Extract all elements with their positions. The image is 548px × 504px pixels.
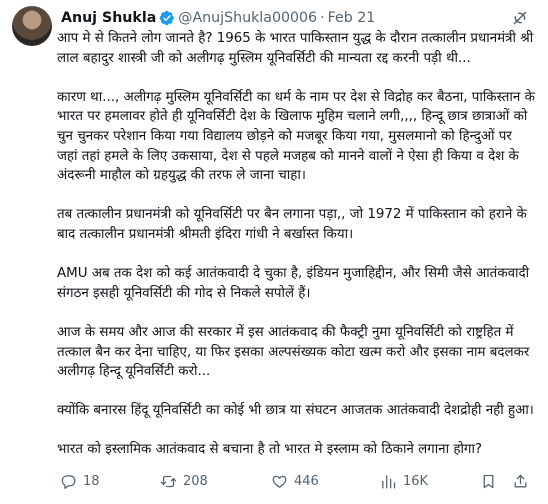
reply-icon xyxy=(60,473,77,490)
repost-button[interactable]: 208 xyxy=(160,473,208,490)
view-count: 16K xyxy=(403,473,429,489)
heart-icon xyxy=(271,473,288,490)
tweet[interactable]: Anuj Shukla @AnujShukla00006 · Feb 21 आप… xyxy=(0,0,548,504)
action-bar: 18 208 446 16K xyxy=(57,470,533,492)
grok-icon[interactable] xyxy=(512,10,528,26)
author-handle[interactable]: @AnujShukla00006 xyxy=(178,10,317,26)
reply-button[interactable]: 18 xyxy=(60,473,100,490)
repost-count: 208 xyxy=(183,473,208,489)
share-icon xyxy=(512,473,529,490)
repost-icon xyxy=(160,473,177,490)
reply-count: 18 xyxy=(83,473,100,489)
like-count: 446 xyxy=(294,473,319,489)
author-name[interactable]: Anuj Shukla xyxy=(61,10,156,26)
bookmark-icon xyxy=(480,473,497,490)
verified-badge-icon[interactable] xyxy=(159,10,175,26)
tweet-paragraph: तब तत्कालीन प्रधानमंत्री को यूनिवर्सिटी … xyxy=(57,207,527,242)
tweet-paragraph: AMU अब तक देश को कई आतंकवादी दे चुका है,… xyxy=(57,266,530,301)
tweet-paragraph: क्योंकि बनारस हिंदू यूनिवर्सिटी का कोई भ… xyxy=(57,403,534,419)
tweet-header: Anuj Shukla @AnujShukla00006 · Feb 21 xyxy=(61,8,518,28)
like-button[interactable]: 446 xyxy=(271,473,319,490)
header-separator: · xyxy=(320,10,325,26)
tweet-paragraph: आप मे से कितने लोग जानते है? 1965 के भार… xyxy=(57,31,534,66)
views-button[interactable]: 16K xyxy=(380,473,428,490)
tweet-paragraph: भारत को इस्लामिक आतंकवाद से बचाना है तो … xyxy=(57,442,483,458)
avatar[interactable] xyxy=(12,6,52,46)
tweet-paragraph: कारण था..., अलीगढ़ मुस्लिम यूनिवर्सिटी क… xyxy=(57,89,535,184)
bookmark-button[interactable] xyxy=(480,473,497,490)
tweet-date[interactable]: Feb 21 xyxy=(328,10,376,26)
share-button[interactable] xyxy=(512,473,529,490)
tweet-text: आप मे से कितने लोग जानते है? 1965 के भार… xyxy=(57,29,535,460)
tweet-paragraph: आज के समय और आज की सरकार में इस आतंकवाद … xyxy=(57,324,530,380)
views-icon xyxy=(380,473,397,490)
